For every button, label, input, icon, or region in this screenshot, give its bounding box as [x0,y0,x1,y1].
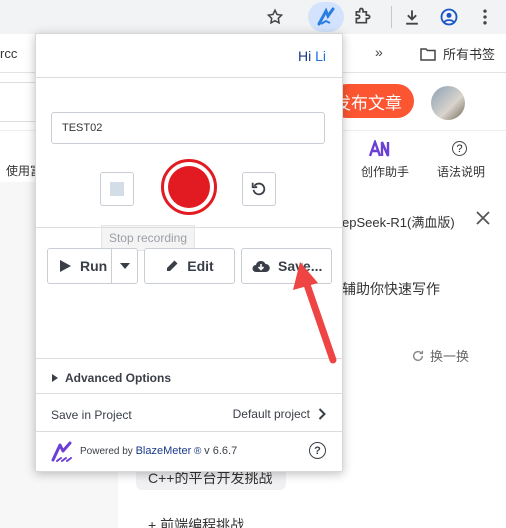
annotation-arrow [293,262,337,364]
